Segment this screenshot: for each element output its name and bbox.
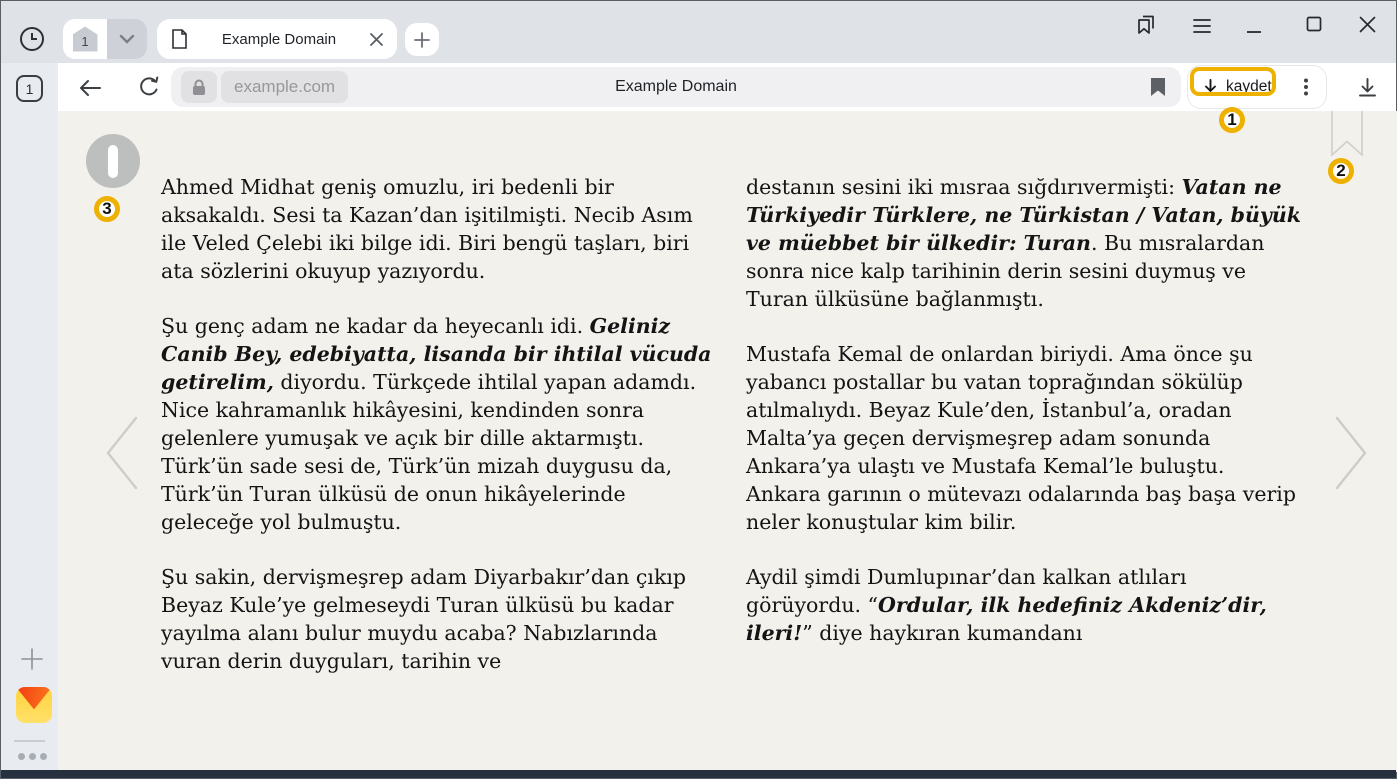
save-button[interactable]: kaydet bbox=[1188, 66, 1286, 108]
maximize-button[interactable] bbox=[1301, 11, 1327, 37]
sidebar-more-icon[interactable] bbox=[18, 753, 47, 760]
reader-mode-exit-button[interactable] bbox=[86, 134, 140, 188]
annotation-3-label: 3 bbox=[102, 199, 111, 219]
history-icon[interactable] bbox=[17, 24, 47, 54]
reload-button[interactable] bbox=[136, 74, 162, 100]
minimize-button[interactable] bbox=[1241, 19, 1267, 45]
tab-group-counter[interactable]: 1 bbox=[63, 19, 107, 59]
annotation-2-label: 2 bbox=[1336, 161, 1345, 181]
annotation-badge-1: 1 bbox=[1219, 107, 1245, 133]
bookmarks-panel-icon[interactable] bbox=[1133, 11, 1159, 37]
tab-group-count: 1 bbox=[81, 34, 88, 49]
tab-title: Example Domain bbox=[188, 31, 370, 48]
downloads-arrow-icon bbox=[1359, 78, 1376, 97]
back-button[interactable] bbox=[77, 75, 102, 100]
close-button[interactable] bbox=[1354, 11, 1380, 37]
reader-content: Ahmed Midhat geniş omuzlu, iri bedenli b… bbox=[58, 111, 1397, 772]
paragraph: Şu sakin, dervişmeşrep adam Diyarbakır’d… bbox=[161, 563, 717, 675]
menu-icon[interactable] bbox=[1189, 13, 1215, 39]
sidebar-tab-count-label: 1 bbox=[26, 81, 34, 97]
power-bar-icon bbox=[108, 145, 118, 178]
sidebar-tab-counter[interactable]: 1 bbox=[16, 75, 43, 102]
annotation-badge-2: 2 bbox=[1328, 158, 1354, 184]
save-button-label: kaydet bbox=[1226, 78, 1272, 96]
annotation-1-label: 1 bbox=[1227, 110, 1236, 130]
sidebar-add-icon[interactable] bbox=[20, 647, 44, 671]
back-arrow-icon bbox=[79, 79, 101, 97]
text-column-right: destanın sesini iki mısraa sığdırıvermiş… bbox=[746, 173, 1302, 702]
text-column-left: Ahmed Midhat geniş omuzlu, iri bedenli b… bbox=[161, 173, 717, 702]
new-tab-button[interactable] bbox=[405, 23, 439, 56]
sidebar-divider bbox=[14, 740, 45, 742]
page-icon bbox=[171, 29, 188, 49]
tab-group-badge-icon: 1 bbox=[73, 27, 98, 52]
bookmark-flag-icon[interactable] bbox=[1151, 78, 1165, 96]
bookmark-ribbon-icon[interactable] bbox=[1331, 111, 1363, 157]
reload-icon bbox=[138, 75, 160, 99]
yandex-mail-icon[interactable] bbox=[16, 687, 52, 723]
browser-window: 1 Example Domain bbox=[0, 0, 1397, 779]
window-bottom-edge bbox=[1, 770, 1396, 778]
tab-example-domain[interactable]: Example Domain bbox=[157, 19, 397, 59]
annotation-badge-3: 3 bbox=[94, 196, 120, 222]
plus-icon bbox=[414, 32, 430, 48]
address-bar[interactable]: example.com Example Domain bbox=[171, 67, 1181, 107]
tab-group: 1 bbox=[63, 19, 147, 59]
reader-columns: Ahmed Midhat geniş omuzlu, iri bedenli b… bbox=[161, 173, 1302, 702]
more-options-icon[interactable] bbox=[1286, 66, 1326, 108]
paragraph: Ahmed Midhat geniş omuzlu, iri bedenli b… bbox=[161, 173, 717, 285]
next-page-chevron[interactable] bbox=[1331, 415, 1371, 491]
paragraph: Şu genç adam ne kadar da heyecanlı idi. … bbox=[161, 312, 717, 536]
tab-close-icon[interactable] bbox=[370, 33, 383, 46]
paragraph: Mustafa Kemal de onlardan biriydi. Ama ö… bbox=[746, 340, 1302, 536]
save-pill: kaydet bbox=[1187, 65, 1327, 109]
paragraph: destanın sesini iki mısraa sığdırıvermiş… bbox=[746, 173, 1302, 313]
tab-group-expand-button[interactable] bbox=[107, 19, 147, 59]
downloads-button[interactable] bbox=[1353, 73, 1381, 101]
prev-page-chevron[interactable] bbox=[102, 415, 142, 491]
page-title: Example Domain bbox=[171, 67, 1181, 107]
mail-flap-shape bbox=[16, 687, 52, 709]
paragraph: Aydil şimdi Dumlupınar’dan kalkan atlıla… bbox=[746, 563, 1302, 647]
chevron-down-icon bbox=[119, 34, 135, 44]
sidebar: 1 bbox=[1, 63, 58, 772]
tab-bar: 1 Example Domain bbox=[1, 1, 1396, 63]
download-icon bbox=[1203, 79, 1218, 96]
